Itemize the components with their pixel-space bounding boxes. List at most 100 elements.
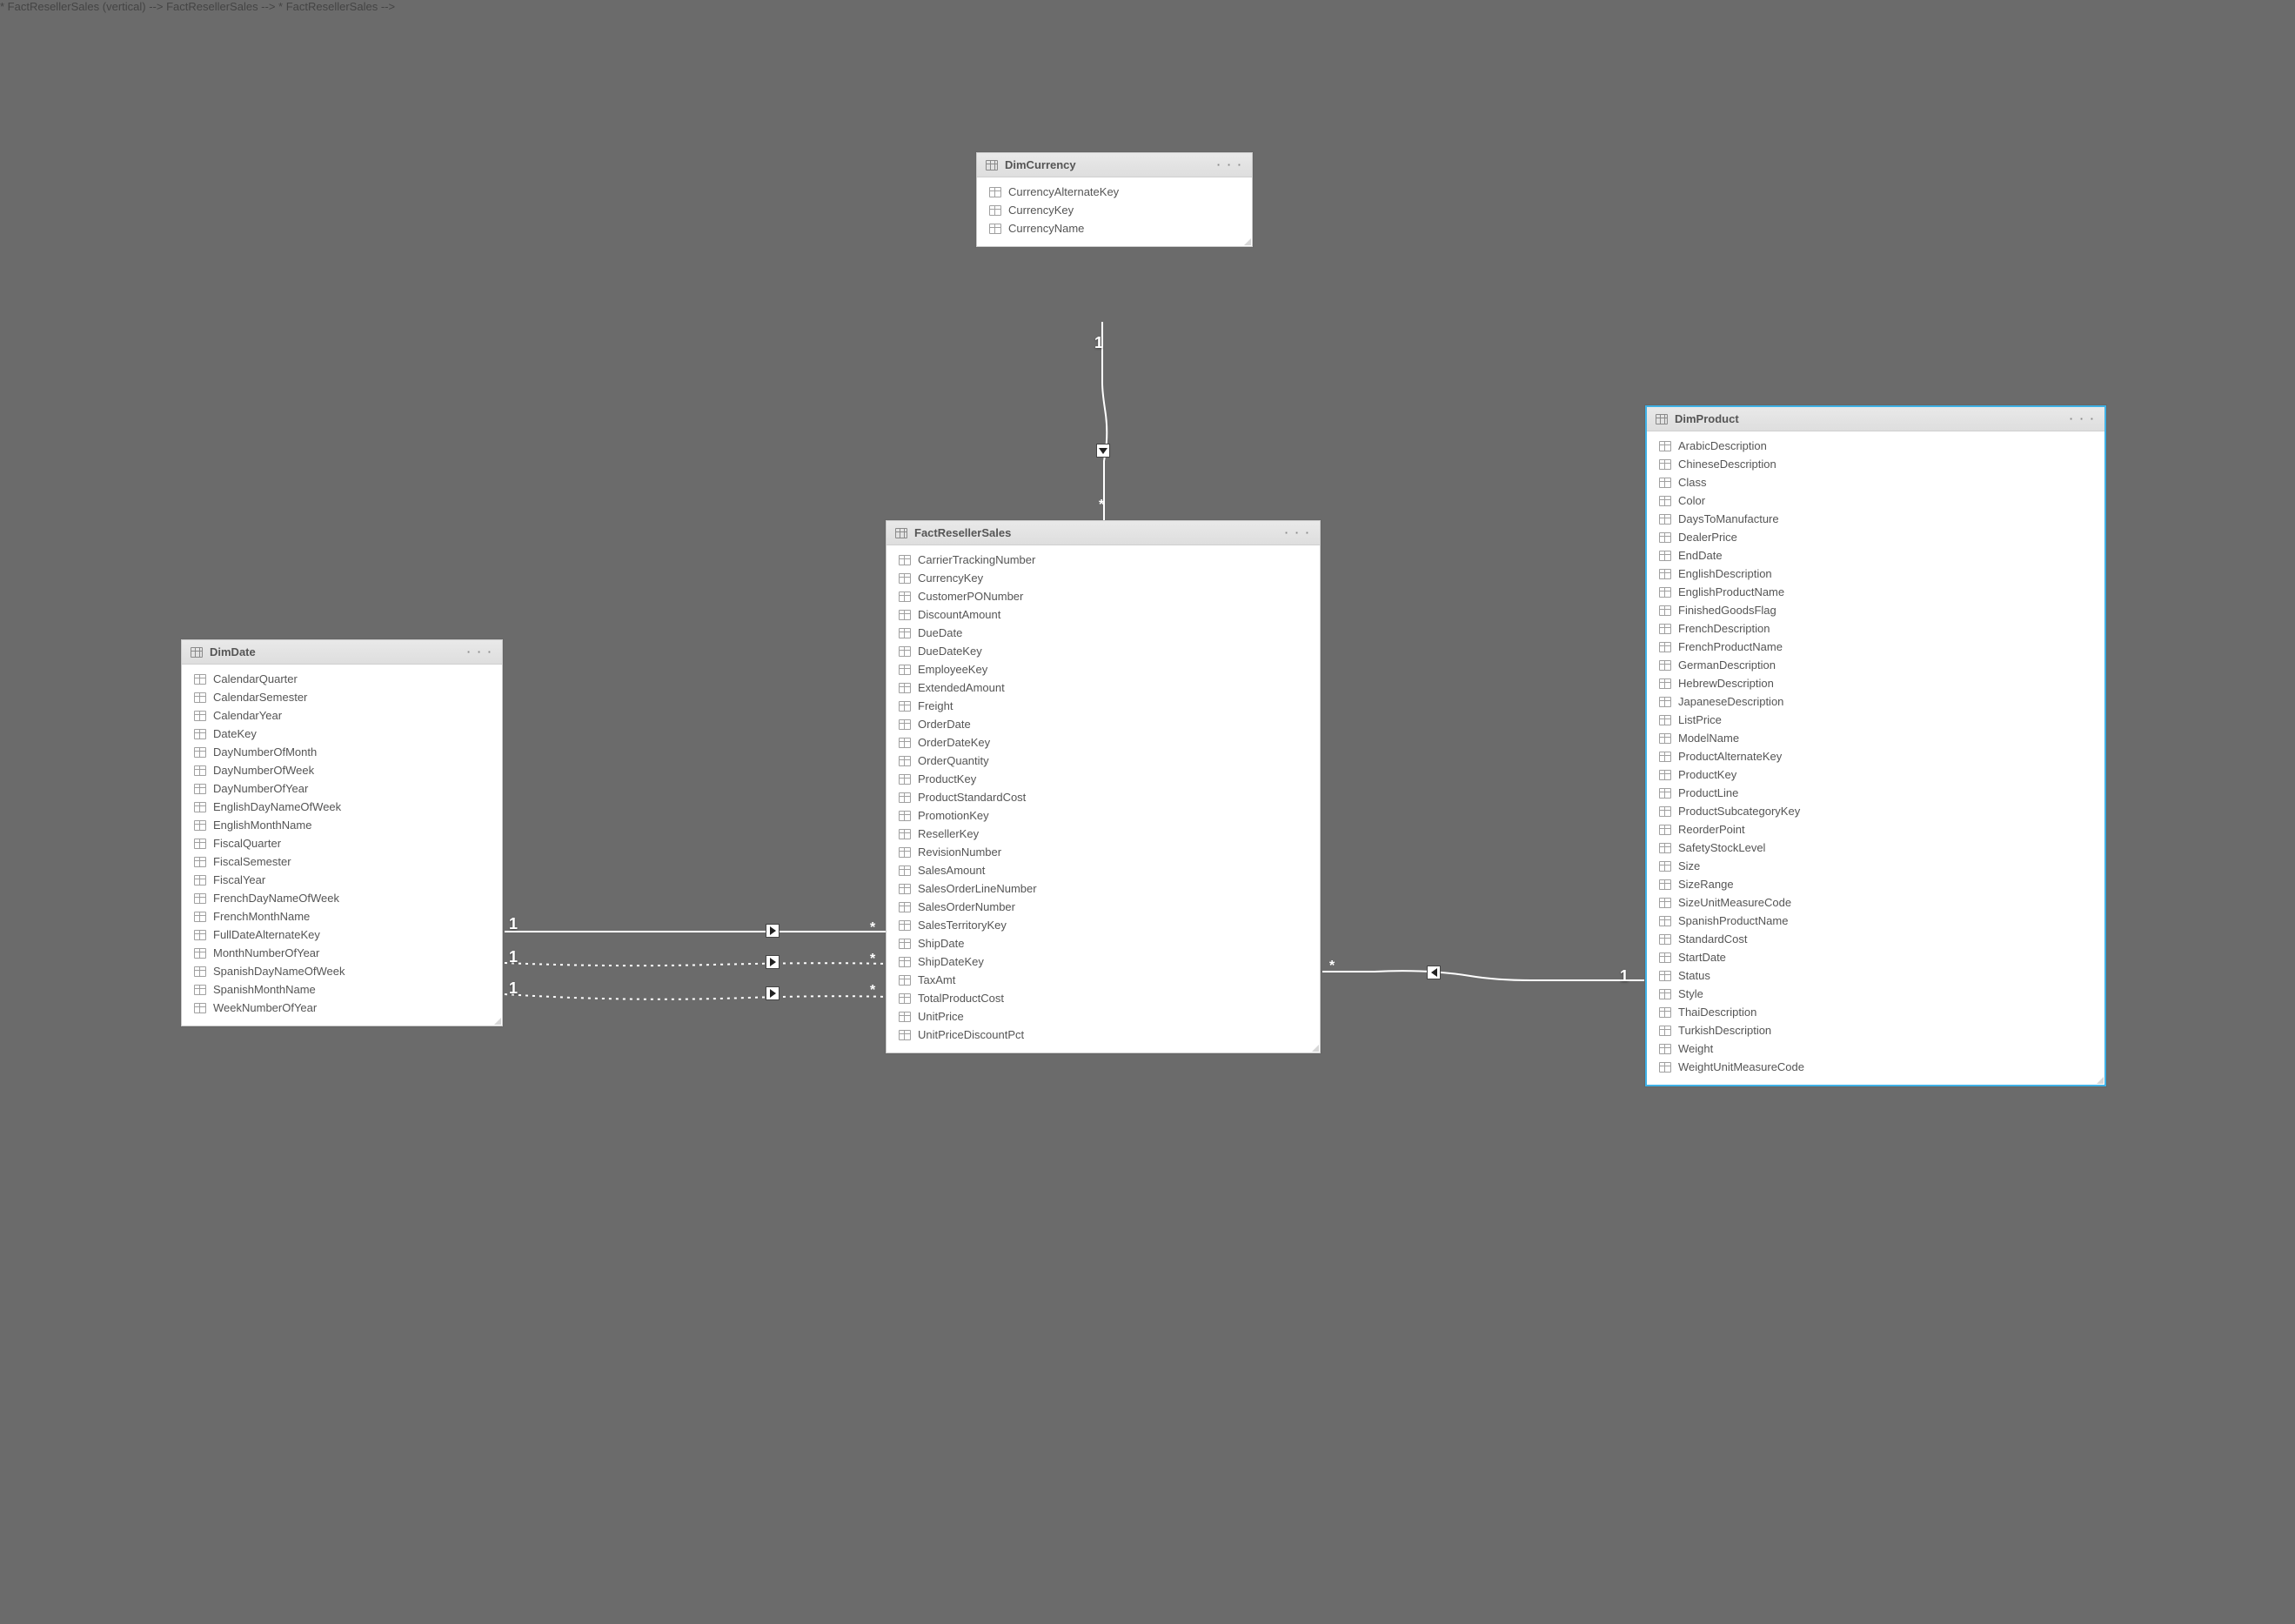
- field-row[interactable]: CalendarYear: [182, 706, 502, 725]
- field-row[interactable]: ProductLine: [1647, 784, 2104, 802]
- field-row[interactable]: ReorderPoint: [1647, 820, 2104, 839]
- field-row[interactable]: EnglishDayNameOfWeek: [182, 798, 502, 816]
- field-row[interactable]: EnglishProductName: [1647, 583, 2104, 601]
- field-row[interactable]: SalesTerritoryKey: [887, 916, 1320, 934]
- field-row[interactable]: CarrierTrackingNumber: [887, 551, 1320, 569]
- resize-handle[interactable]: [2095, 1075, 2104, 1084]
- field-row[interactable]: FinishedGoodsFlag: [1647, 601, 2104, 619]
- field-row[interactable]: EmployeeKey: [887, 660, 1320, 678]
- field-row[interactable]: SizeRange: [1647, 875, 2104, 893]
- field-row[interactable]: TaxAmt: [887, 971, 1320, 989]
- field-row[interactable]: EnglishDescription: [1647, 565, 2104, 583]
- field-row[interactable]: ProductAlternateKey: [1647, 747, 2104, 765]
- field-row[interactable]: DiscountAmount: [887, 605, 1320, 624]
- field-row[interactable]: Status: [1647, 966, 2104, 985]
- resize-handle[interactable]: [492, 1016, 501, 1025]
- card-menu-button[interactable]: · · ·: [1217, 158, 1243, 171]
- field-row[interactable]: SpanishProductName: [1647, 912, 2104, 930]
- card-header[interactable]: DimDate · · ·: [182, 640, 502, 665]
- field-row[interactable]: ProductKey: [1647, 765, 2104, 784]
- field-row[interactable]: CustomerPONumber: [887, 587, 1320, 605]
- field-row[interactable]: StandardCost: [1647, 930, 2104, 948]
- field-row[interactable]: UnitPriceDiscountPct: [887, 1026, 1320, 1044]
- field-row[interactable]: TotalProductCost: [887, 989, 1320, 1007]
- card-menu-button[interactable]: · · ·: [2070, 412, 2096, 425]
- field-row[interactable]: SafetyStockLevel: [1647, 839, 2104, 857]
- field-row[interactable]: CalendarSemester: [182, 688, 502, 706]
- field-row[interactable]: SalesOrderLineNumber: [887, 879, 1320, 898]
- field-row[interactable]: CurrencyKey: [977, 201, 1252, 219]
- field-row[interactable]: ChineseDescription: [1647, 455, 2104, 473]
- field-row[interactable]: FrenchDayNameOfWeek: [182, 889, 502, 907]
- card-header[interactable]: DimCurrency · · ·: [977, 153, 1252, 177]
- field-row[interactable]: DayNumberOfYear: [182, 779, 502, 798]
- field-row[interactable]: ExtendedAmount: [887, 678, 1320, 697]
- field-row[interactable]: WeightUnitMeasureCode: [1647, 1058, 2104, 1076]
- table-card-dimdate[interactable]: DimDate · · · CalendarQuarterCalendarSem…: [181, 639, 503, 1026]
- field-row[interactable]: PromotionKey: [887, 806, 1320, 825]
- field-row[interactable]: FrenchMonthName: [182, 907, 502, 926]
- field-row[interactable]: Class: [1647, 473, 2104, 491]
- field-row[interactable]: EndDate: [1647, 546, 2104, 565]
- field-row[interactable]: ShipDateKey: [887, 952, 1320, 971]
- field-row[interactable]: CurrencyName: [977, 219, 1252, 237]
- field-row[interactable]: Color: [1647, 491, 2104, 510]
- field-row[interactable]: Weight: [1647, 1039, 2104, 1058]
- field-row[interactable]: FrenchProductName: [1647, 638, 2104, 656]
- table-card-factresellersales[interactable]: FactResellerSales · · · CarrierTrackingN…: [886, 520, 1321, 1053]
- field-row[interactable]: TurkishDescription: [1647, 1021, 2104, 1039]
- field-row[interactable]: StartDate: [1647, 948, 2104, 966]
- field-row[interactable]: Freight: [887, 697, 1320, 715]
- field-row[interactable]: DueDate: [887, 624, 1320, 642]
- field-row[interactable]: HebrewDescription: [1647, 674, 2104, 692]
- field-row[interactable]: EnglishMonthName: [182, 816, 502, 834]
- field-row[interactable]: OrderQuantity: [887, 752, 1320, 770]
- field-row[interactable]: SalesOrderNumber: [887, 898, 1320, 916]
- field-row[interactable]: OrderDateKey: [887, 733, 1320, 752]
- field-row[interactable]: DealerPrice: [1647, 528, 2104, 546]
- field-row[interactable]: CalendarQuarter: [182, 670, 502, 688]
- field-row[interactable]: ResellerKey: [887, 825, 1320, 843]
- field-row[interactable]: FiscalYear: [182, 871, 502, 889]
- field-row[interactable]: DayNumberOfWeek: [182, 761, 502, 779]
- card-menu-button[interactable]: · · ·: [1285, 526, 1311, 539]
- field-row[interactable]: FiscalSemester: [182, 852, 502, 871]
- field-row[interactable]: CurrencyKey: [887, 569, 1320, 587]
- field-row[interactable]: JapaneseDescription: [1647, 692, 2104, 711]
- field-row[interactable]: ProductStandardCost: [887, 788, 1320, 806]
- field-row[interactable]: SpanishDayNameOfWeek: [182, 962, 502, 980]
- field-row[interactable]: DateKey: [182, 725, 502, 743]
- model-canvas[interactable]: DimCurrency · · · CurrencyAlternateKeyCu…: [0, 0, 2295, 1624]
- field-row[interactable]: WeekNumberOfYear: [182, 999, 502, 1017]
- resize-handle[interactable]: [1242, 237, 1251, 245]
- field-row[interactable]: UnitPrice: [887, 1007, 1320, 1026]
- card-header[interactable]: FactResellerSales · · ·: [887, 521, 1320, 545]
- field-row[interactable]: DayNumberOfMonth: [182, 743, 502, 761]
- field-row[interactable]: ProductSubcategoryKey: [1647, 802, 2104, 820]
- field-row[interactable]: MonthNumberOfYear: [182, 944, 502, 962]
- field-row[interactable]: ModelName: [1647, 729, 2104, 747]
- field-row[interactable]: SalesAmount: [887, 861, 1320, 879]
- field-row[interactable]: FrenchDescription: [1647, 619, 2104, 638]
- field-row[interactable]: Size: [1647, 857, 2104, 875]
- resize-handle[interactable]: [1310, 1043, 1319, 1052]
- field-row[interactable]: Style: [1647, 985, 2104, 1003]
- card-header[interactable]: DimProduct · · ·: [1647, 407, 2104, 431]
- field-row[interactable]: DaysToManufacture: [1647, 510, 2104, 528]
- field-row[interactable]: SpanishMonthName: [182, 980, 502, 999]
- card-menu-button[interactable]: · · ·: [467, 645, 493, 658]
- field-row[interactable]: ShipDate: [887, 934, 1320, 952]
- field-row[interactable]: RevisionNumber: [887, 843, 1320, 861]
- table-card-dimproduct[interactable]: DimProduct · · · ArabicDescriptionChines…: [1645, 405, 2106, 1086]
- field-row[interactable]: FullDateAlternateKey: [182, 926, 502, 944]
- field-row[interactable]: CurrencyAlternateKey: [977, 183, 1252, 201]
- field-row[interactable]: DueDateKey: [887, 642, 1320, 660]
- field-row[interactable]: ArabicDescription: [1647, 437, 2104, 455]
- table-card-dimcurrency[interactable]: DimCurrency · · · CurrencyAlternateKeyCu…: [976, 152, 1253, 247]
- field-row[interactable]: OrderDate: [887, 715, 1320, 733]
- field-row[interactable]: ThaiDescription: [1647, 1003, 2104, 1021]
- field-row[interactable]: SizeUnitMeasureCode: [1647, 893, 2104, 912]
- field-row[interactable]: GermanDescription: [1647, 656, 2104, 674]
- field-row[interactable]: FiscalQuarter: [182, 834, 502, 852]
- field-row[interactable]: ListPrice: [1647, 711, 2104, 729]
